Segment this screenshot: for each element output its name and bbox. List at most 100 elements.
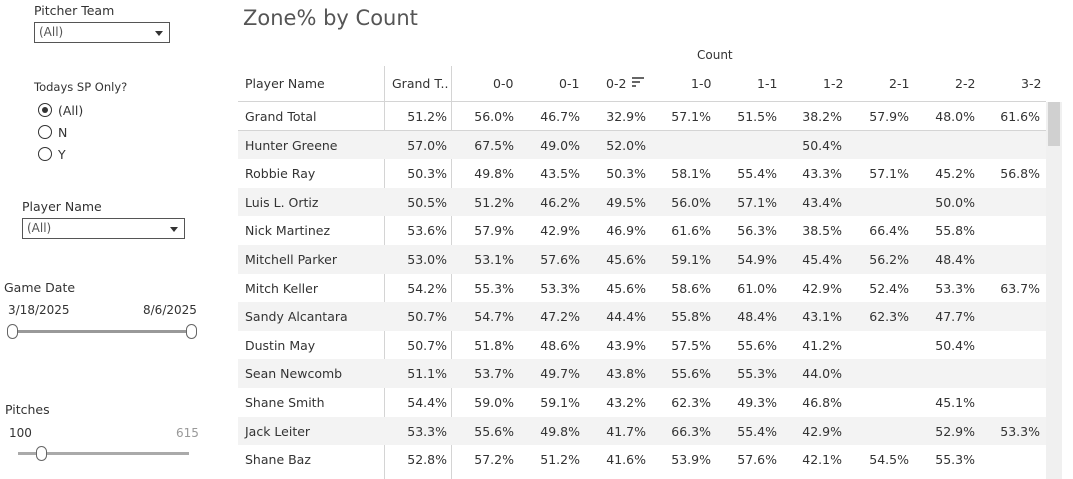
zone-pct-cell: 48.6% — [540, 337, 580, 353]
game-date-slider-track[interactable] — [12, 330, 195, 333]
zone-pct-cell: 50.4% — [802, 137, 842, 153]
table-row[interactable]: Robbie Ray 50.3% 49.8% 43.5% 50.3% 58.1% 55.4%… — [238, 159, 1046, 188]
zone-pct-cell: 47.7% — [935, 309, 975, 325]
grand-total-cell: 50.3% — [407, 166, 447, 182]
header-grand-total[interactable]: Grand T.. — [392, 76, 448, 91]
header-count-1-1[interactable]: 1-1 — [757, 76, 777, 91]
zone-pct-cell: 57.6% — [540, 251, 580, 267]
table-row[interactable]: Sean Newcomb 51.1% 53.7% 49.7% 43.8% 55.6% 55.… — [238, 359, 1046, 388]
zone-pct-cell: 43.5% — [540, 166, 580, 182]
grand-total-cell: 50.5% — [407, 194, 447, 210]
player-name-cell: Sandy Alcantara — [245, 309, 348, 325]
zone-pct-cell: 56.3% — [737, 223, 777, 239]
todays-sp-option-y[interactable]: Y — [38, 145, 66, 163]
player-name-value: (All) — [27, 221, 52, 235]
game-date-label: Game Date — [4, 280, 76, 295]
zone-pct-cell: 45.6% — [606, 251, 646, 267]
zone-pct-cell: 56.0% — [671, 194, 711, 210]
table-row[interactable]: Hunter Greene 57.0% 67.5% 49.0% 52.0% 50.4% — [238, 130, 1046, 160]
grand-total-cell: 50.7% — [407, 309, 447, 325]
zone-pct-cell: 46.7% — [540, 109, 580, 124]
player-name-cell: Grand Total — [245, 109, 317, 124]
grand-total-cell: 53.3% — [407, 423, 447, 439]
grand-total-cell: 54.2% — [407, 280, 447, 296]
zone-pct-cell: 48.4% — [737, 309, 777, 325]
zone-pct-cell: 53.3% — [1000, 423, 1040, 439]
player-name-dropdown[interactable]: (All) — [22, 218, 185, 239]
scrollbar-thumb[interactable] — [1048, 102, 1060, 146]
zone-pct-cell: 43.3% — [802, 166, 842, 182]
header-count-1-2[interactable]: 1-2 — [823, 76, 843, 91]
header-count-0-0[interactable]: 0-0 — [493, 76, 513, 91]
todays-sp-option-all[interactable]: (All) — [38, 101, 83, 119]
sort-descending-icon[interactable] — [632, 77, 644, 88]
chevron-down-icon — [155, 31, 163, 36]
pitches-slider-handle[interactable] — [36, 446, 47, 461]
zone-pct-cell: 54.9% — [737, 251, 777, 267]
player-name-cell: Sean Newcomb — [245, 366, 343, 382]
zone-pct-cell: 52.9% — [935, 423, 975, 439]
todays-sp-option-label: (All) — [58, 102, 84, 118]
table-row[interactable]: Shane Baz 52.8% 57.2% 51.2% 41.6% 53.9% 57.6% 4… — [238, 445, 1046, 474]
header-count-2-1[interactable]: 2-1 — [889, 76, 909, 91]
data-table: Grand Total 51.2% 56.0% 46.7% 32.9% 57.1% 51.5… — [238, 102, 1046, 474]
zone-pct-cell: 46.2% — [540, 194, 580, 210]
table-row[interactable]: Sandy Alcantara 50.7% 54.7% 47.2% 44.4% 55.8%… — [238, 302, 1046, 331]
header-count-2-2[interactable]: 2-2 — [955, 76, 975, 91]
zone-pct-cell: 45.4% — [802, 251, 842, 267]
header-count-3-2[interactable]: 3-2 — [1021, 76, 1041, 91]
zone-pct-cell: 52.0% — [606, 137, 646, 153]
header-player-name[interactable]: Player Name — [245, 76, 325, 91]
zone-pct-cell: 57.1% — [671, 109, 711, 124]
todays-sp-label: Todays SP Only? — [34, 80, 128, 94]
zone-pct-cell: 49.8% — [474, 166, 514, 182]
player-name-cell: Shane Baz — [245, 452, 311, 468]
zone-pct-cell: 51.5% — [737, 109, 777, 124]
zone-pct-cell: 45.6% — [606, 280, 646, 296]
header-count-0-1[interactable]: 0-1 — [559, 76, 579, 91]
zone-pct-cell: 49.5% — [606, 194, 646, 210]
player-name-cell: Mitchell Parker — [245, 251, 337, 267]
zone-pct-cell: 55.4% — [737, 166, 777, 182]
todays-sp-option-n[interactable]: N — [38, 123, 67, 141]
table-row[interactable]: Mitchell Parker 53.0% 53.1% 57.6% 45.6% 59.1%… — [238, 244, 1046, 274]
header-count-1-0[interactable]: 1-0 — [691, 76, 711, 91]
grand-total-cell: 51.2% — [407, 109, 447, 124]
grand-total-row[interactable]: Grand Total 51.2% 56.0% 46.7% 32.9% 57.1% 51.5… — [238, 102, 1046, 131]
zone-pct-cell: 32.9% — [606, 109, 646, 124]
player-name-cell: Jack Leiter — [245, 423, 311, 439]
table-row[interactable]: Luis L. Ortiz 50.5% 51.2% 46.2% 49.5% 56.0% 57… — [238, 187, 1046, 217]
zone-pct-cell: 57.1% — [737, 194, 777, 210]
zone-pct-cell: 57.1% — [869, 166, 909, 182]
zone-pct-cell: 53.1% — [474, 251, 514, 267]
table-row[interactable]: Shane Smith 54.4% 59.0% 59.1% 43.2% 62.3% 49.3… — [238, 388, 1046, 417]
zone-pct-cell: 42.9% — [540, 223, 580, 239]
zone-pct-cell: 41.6% — [606, 452, 646, 468]
zone-pct-cell: 56.8% — [1000, 166, 1040, 182]
zone-pct-cell: 55.3% — [474, 280, 514, 296]
table-row[interactable]: Dustin May 50.7% 51.8% 48.6% 43.9% 57.5% 55.6%… — [238, 331, 1046, 360]
player-name-cell: Robbie Ray — [245, 166, 316, 182]
game-date-slider-end-handle[interactable] — [186, 324, 197, 339]
header-count-0-2[interactable]: 0-2 — [606, 76, 626, 91]
game-date-slider-start-handle[interactable] — [7, 324, 18, 339]
game-date-max: 8/6/2025 — [143, 303, 197, 317]
zone-pct-cell: 62.3% — [671, 394, 711, 410]
grand-total-cell: 54.4% — [407, 394, 447, 410]
table-row[interactable]: Jack Leiter 53.3% 55.6% 49.8% 41.7% 66.3% 55.4… — [238, 416, 1046, 446]
zone-pct-cell: 54.5% — [869, 452, 909, 468]
zone-pct-cell: 61.6% — [671, 223, 711, 239]
zone-pct-cell: 50.3% — [606, 166, 646, 182]
zone-pct-cell: 58.6% — [671, 280, 711, 296]
player-name-cell: Dustin May — [245, 337, 316, 353]
zone-pct-cell: 53.9% — [671, 452, 711, 468]
zone-pct-cell: 44.4% — [606, 309, 646, 325]
vertical-scrollbar[interactable] — [1046, 102, 1062, 479]
pitcher-team-dropdown[interactable]: (All) — [34, 22, 170, 43]
zone-pct-cell: 53.3% — [935, 280, 975, 296]
zone-pct-cell: 46.9% — [606, 223, 646, 239]
zone-pct-cell: 43.2% — [606, 394, 646, 410]
zone-pct-cell: 48.0% — [935, 109, 975, 124]
table-row[interactable]: Nick Martinez 53.6% 57.9% 42.9% 46.9% 61.6% 56… — [238, 216, 1046, 245]
table-row[interactable]: Mitch Keller 54.2% 55.3% 53.3% 45.6% 58.6% 61.… — [238, 274, 1046, 303]
